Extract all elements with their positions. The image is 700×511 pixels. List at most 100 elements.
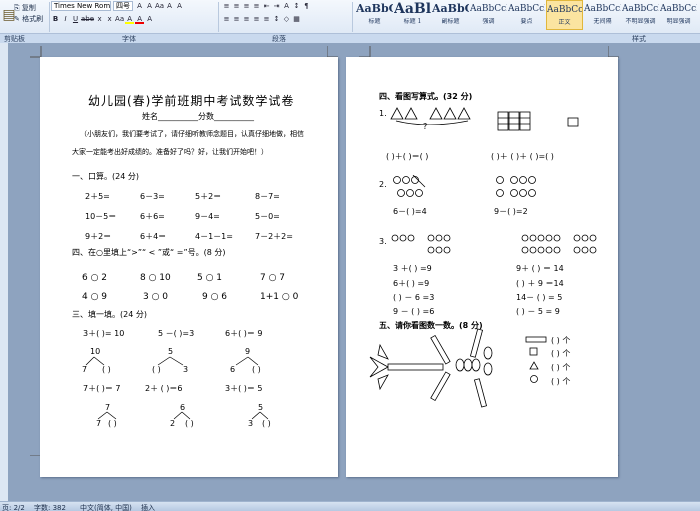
bold-button[interactable]: B [51,14,60,24]
sort-button[interactable]: ↕ [292,1,301,11]
count-answer: ( ) 个 [551,377,571,386]
style-8[interactable]: AaBbCcD 明显强调 [660,0,697,30]
phonetic-button[interactable]: A [175,1,184,11]
circles-figure-d [521,234,597,254]
increase-indent-button[interactable]: ⇥ [272,1,281,11]
question-number: 1. [379,109,387,118]
paragraph-toolbar-row2: ≡ ≡ ≡ ≡ ≡ ↕ ◇ ▦ [222,14,301,24]
style-0[interactable]: AaBbC 标题 [356,0,393,30]
style-sample: AaBbCcDı [584,4,621,14]
decrease-indent-button[interactable]: ⇤ [262,1,271,11]
equation-blank: 9＋ ( ) ＝ 14 [516,264,564,273]
separator [352,2,353,32]
style-sample: AaBbCcDı [622,4,659,14]
grow-font-button[interactable]: A [135,1,144,11]
page-count[interactable]: 页: 2/2 [2,503,25,511]
page-2[interactable]: 四、看图写算式。(32 分) 1. ? ( )＋( )＝( ) ( )＋ ( )… [346,57,618,477]
circles-figure-a [393,175,426,197]
italic-button[interactable]: I [61,14,70,24]
count-answer: ( ) 个 [551,363,571,372]
equation-blank: ( ) ＋ 9 ＝14 [516,279,564,288]
style-sample: AaBbCcD [547,5,582,15]
style-name: 要点 [520,18,533,25]
number-tree-lines [85,356,269,420]
highlight-button[interactable]: A [125,14,135,24]
paragraph-toolbar-row1: ≡ ≡ ≡ ≡ ⇤ ⇥ A ↕ ¶ [222,1,311,11]
bullets-button[interactable]: ≡ [222,1,231,11]
style-7[interactable]: AaBbCcDı 不明显强调 [622,0,659,30]
shapes-picture [369,328,493,408]
style-name: 副标题 [441,18,460,25]
style-name: 强调 [482,18,495,25]
change-case-button[interactable]: Aa [155,1,164,11]
format-painter-button[interactable]: ✎ 格式刷 [14,15,43,24]
line-spacing-button[interactable]: ↕ [272,14,281,24]
insert-mode[interactable]: 插入 [141,503,155,511]
style-2[interactable]: AaBbC 副标题 [432,0,469,30]
circles-figure-b [496,176,536,197]
word-count[interactable]: 字数: 382 [34,503,66,511]
show-marks-button[interactable]: ¶ [302,1,311,11]
align-left-button[interactable]: ≡ [222,14,231,24]
cylinders-figure [497,111,579,131]
char-shading-button[interactable]: A [145,14,154,24]
question-mark: ? [423,122,428,131]
align-right-button[interactable]: ≡ [242,14,251,24]
style-name: 明显强调 [666,18,691,25]
style-6[interactable]: AaBbCcDı 无间隔 [584,0,621,30]
style-name: 标题 1 [403,18,422,25]
separator [218,2,219,32]
equation-blank: ( ) － 6 =3 [393,293,435,302]
style-4[interactable]: AaBbCcD 要点 [508,0,545,30]
multilevel-button[interactable]: ≡ [242,1,251,11]
strikethrough-button[interactable]: abe [81,14,94,24]
font-size-combo[interactable]: 四号 [113,1,133,11]
copy-button[interactable]: ⎘ 复制 [14,4,36,13]
separator [49,2,50,32]
equation-blank: ( )＋( )＝( ) [386,152,429,161]
style-sample: AaBbCcDı [470,4,507,14]
font-toolbar-row2: B I U abe x x Aa A A A [51,14,154,24]
triangles-figure [390,107,471,125]
font-name-combo[interactable]: Times New Roman [51,1,111,11]
question-number: 2. [379,180,387,189]
style-name: 正文 [558,19,571,26]
justify-button[interactable]: ≡ [252,14,261,24]
font-toolbar-row1: A A Aa A A [135,1,184,11]
superscript-button[interactable]: x [105,14,114,24]
list-button[interactable]: ≡ [252,1,261,11]
style-1[interactable]: AaBl 标题 1 [394,0,431,30]
section-heading: 四、看图写算式。(32 分) [379,92,473,101]
equation-blank: ( )＋ ( )＋ ( )=( ) [491,152,554,161]
borders-button[interactable]: ▦ [292,14,301,24]
style-5[interactable]: AaBbCcD 正文 [546,0,583,30]
style-3[interactable]: AaBbCcDı 强调 [470,0,507,30]
style-sample: AaBbCcD [660,4,697,14]
style-sample: AaBbCcD [508,4,545,14]
align-center-button[interactable]: ≡ [232,14,241,24]
language-indicator[interactable]: 中文(简体, 中国) [80,503,132,511]
shading-button[interactable]: ◇ [282,14,291,24]
equation-blank: 9 － ( ) =6 [393,307,435,316]
shrink-font-button[interactable]: A [145,1,154,11]
circles-figure-c [391,234,451,254]
numbering-button[interactable]: ≡ [232,1,241,11]
style-sample: AaBbC [432,2,469,15]
status-bar: 页: 2/2 字数: 382 中文(简体, 中国) 插入 [0,501,700,511]
distribute-button[interactable]: ≡ [262,14,271,24]
clear-format-button[interactable]: A [165,1,174,11]
question-number: 3. [379,237,387,246]
style-sample: AaBbC [356,2,393,15]
style-name: 标题 [368,18,381,25]
count-legend-shapes [525,336,547,383]
style-sample: AaBl [394,1,431,17]
change-case-button[interactable]: Aa [115,14,124,24]
equation-blank: 6＋( ) =9 [393,279,430,288]
font-color-button[interactable]: A [135,14,145,24]
page-1[interactable]: 幼儿园(春)学前班期中考试数学试卷 姓名__________分数________… [40,57,338,477]
subscript-button[interactable]: x [95,14,104,24]
count-answer: ( ) 个 [551,349,571,358]
underline-button[interactable]: U [71,14,80,24]
chinese-layout-button[interactable]: A [282,1,291,11]
equation-blank: 3 ＋( ) =9 [393,264,432,273]
